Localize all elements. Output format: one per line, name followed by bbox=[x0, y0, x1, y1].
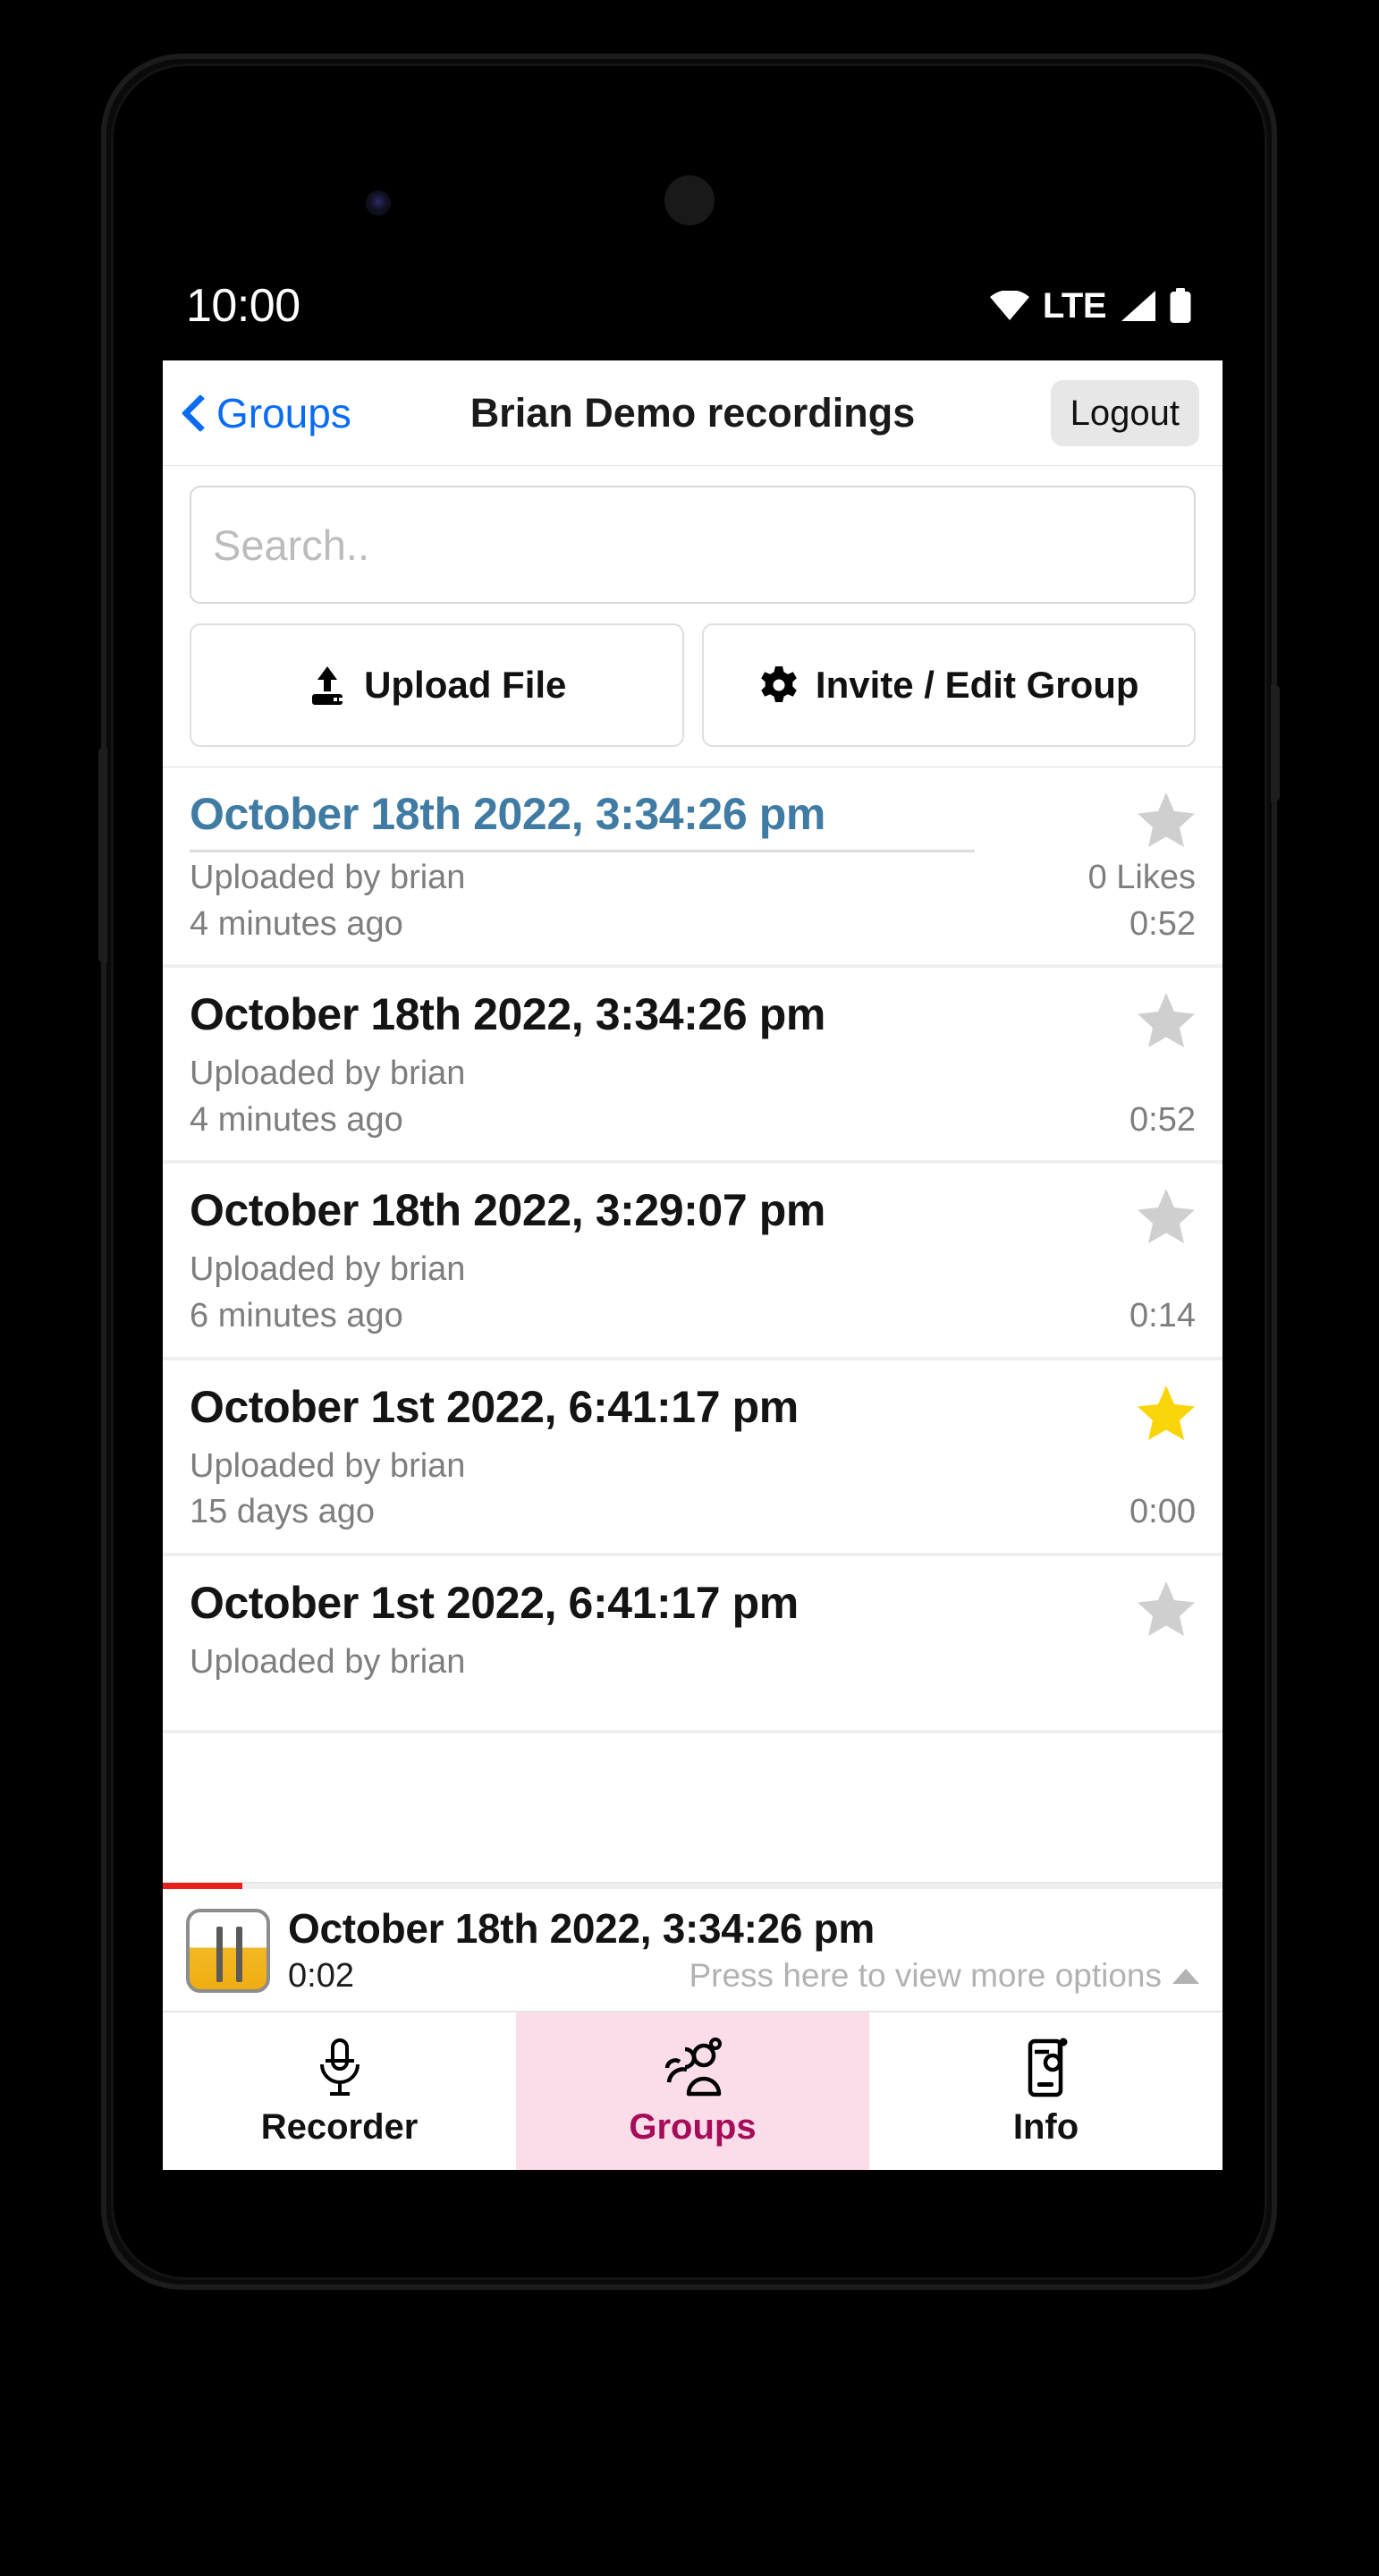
back-button-label: Groups bbox=[216, 389, 351, 436]
recording-duration: 0:52 bbox=[1129, 904, 1196, 943]
pause-icon-bar-right bbox=[236, 1927, 242, 1982]
notification-led-icon bbox=[366, 191, 391, 216]
recording-duration: 0:00 bbox=[1129, 1493, 1196, 1531]
toolbar: Upload File Invite / Edit Group bbox=[163, 466, 1222, 767]
recording-time-row: 6 minutes ago 0:14 bbox=[190, 1296, 1196, 1337]
recording-uploader-row: Uploaded by brian 0 Likes bbox=[190, 858, 1196, 899]
recording-header-row: October 18th 2022, 3:34:26 pm bbox=[190, 789, 1196, 852]
playback-elapsed-time: 0:02 bbox=[288, 1957, 354, 1996]
status-bar: 10:00 LTE bbox=[163, 251, 1222, 360]
action-button-row: Upload File Invite / Edit Group bbox=[190, 623, 1196, 747]
recording-relative-time: 4 minutes ago bbox=[190, 1100, 403, 1139]
battery-icon bbox=[1169, 288, 1192, 324]
microphone-icon bbox=[313, 2038, 367, 2098]
recording-list-item[interactable]: October 1st 2022, 6:41:17 pm Uploaded by… bbox=[163, 1555, 1222, 1733]
back-to-groups-button[interactable]: Groups bbox=[182, 393, 351, 434]
playback-progress-fill bbox=[163, 1883, 242, 1889]
mini-player-sub-row: 0:02 Press here to view more options bbox=[288, 1958, 1199, 1996]
recording-list-item[interactable]: October 1st 2022, 6:41:17 pm Uploaded by… bbox=[163, 1360, 1222, 1556]
recording-title: October 18th 2022, 3:34:26 pm bbox=[190, 989, 825, 1040]
recording-header-row: October 18th 2022, 3:29:07 pm bbox=[190, 1185, 1196, 1244]
recording-list-item[interactable]: October 18th 2022, 3:34:26 pm Uploaded b… bbox=[163, 968, 1222, 1165]
recording-title: October 1st 2022, 6:41:17 pm bbox=[190, 1577, 799, 1628]
recording-uploader: Uploaded by brian bbox=[190, 859, 466, 896]
gear-icon bbox=[758, 665, 799, 706]
upload-icon bbox=[307, 665, 348, 706]
recording-uploader: Uploaded by brian bbox=[190, 1642, 466, 1681]
tab-recorder[interactable]: Recorder bbox=[163, 2012, 516, 2170]
status-bar-clock: 10:00 bbox=[186, 280, 300, 332]
star-outline-icon[interactable] bbox=[1137, 1187, 1196, 1244]
wifi-icon bbox=[989, 291, 1030, 321]
phone-device-frame: 10:00 LTE Groups Brian Demo recordings L… bbox=[98, 54, 1280, 2290]
status-bar-icons: LTE bbox=[989, 288, 1192, 324]
recording-time-row: 4 minutes ago 0:52 bbox=[190, 1100, 1196, 1141]
recording-relative-time: 4 minutes ago bbox=[190, 904, 403, 943]
recording-uploader: Uploaded by brian bbox=[190, 1250, 466, 1289]
tab-recorder-label: Recorder bbox=[260, 2107, 419, 2147]
invite-edit-group-label: Invite / Edit Group bbox=[815, 664, 1139, 706]
recording-duration: 0:52 bbox=[1129, 1100, 1196, 1139]
mini-player-info: October 18th 2022, 3:34:26 pm 0:02 Press… bbox=[288, 1906, 1199, 1996]
recording-time-row: 15 days ago 0:00 bbox=[190, 1492, 1196, 1533]
logout-button[interactable]: Logout bbox=[1050, 379, 1199, 446]
recording-title: October 1st 2022, 6:41:17 pm bbox=[190, 1381, 799, 1432]
chevron-left-icon bbox=[182, 394, 206, 433]
playback-progress-bar[interactable] bbox=[163, 1883, 1222, 1889]
star-filled-icon[interactable] bbox=[1137, 1384, 1196, 1441]
recording-list-item[interactable]: October 18th 2022, 3:34:26 pm Uploaded b… bbox=[163, 767, 1222, 969]
recording-likes: 0 Likes bbox=[1087, 859, 1196, 896]
now-playing-title: October 18th 2022, 3:34:26 pm bbox=[288, 1904, 876, 1952]
star-outline-icon[interactable] bbox=[1137, 991, 1196, 1048]
upload-file-label: Upload File bbox=[364, 664, 567, 706]
star-outline-icon[interactable] bbox=[1137, 1580, 1196, 1637]
recording-uploader-row: Uploaded by brian bbox=[190, 1054, 1196, 1095]
recording-uploader-row: Uploaded by brian bbox=[190, 1446, 1196, 1487]
recordings-list[interactable]: October 18th 2022, 3:34:26 pm Uploaded b… bbox=[163, 767, 1222, 2011]
invite-edit-group-button[interactable]: Invite / Edit Group bbox=[701, 623, 1196, 747]
recording-uploader: Uploaded by brian bbox=[190, 1055, 466, 1093]
recording-uploader: Uploaded by brian bbox=[190, 1446, 466, 1485]
recording-header-row: October 1st 2022, 6:41:17 pm bbox=[190, 1578, 1196, 1637]
pause-button[interactable] bbox=[186, 1909, 270, 1993]
recording-list-item[interactable]: October 18th 2022, 3:29:07 pm Uploaded b… bbox=[163, 1164, 1222, 1360]
recording-uploader-row: Uploaded by brian bbox=[190, 1642, 1196, 1683]
upload-file-button[interactable]: Upload File bbox=[190, 623, 684, 747]
pause-icon-bar-left bbox=[216, 1927, 223, 1982]
tab-info[interactable]: Info bbox=[869, 2012, 1222, 2170]
people-group-icon bbox=[664, 2038, 723, 2098]
tab-info-label: Info bbox=[1012, 2107, 1079, 2147]
more-options-label: Press here to view more options bbox=[689, 1957, 1162, 1995]
tab-groups-label: Groups bbox=[629, 2107, 757, 2147]
tab-groups[interactable]: Groups bbox=[516, 2012, 869, 2170]
recording-header-row: October 1st 2022, 6:41:17 pm bbox=[190, 1382, 1196, 1441]
front-camera-icon bbox=[664, 175, 715, 225]
phone-info-icon bbox=[1019, 2038, 1073, 2098]
power-side-button[interactable] bbox=[1271, 685, 1280, 801]
chevron-up-icon bbox=[1172, 1969, 1199, 1985]
lte-label: LTE bbox=[1042, 286, 1107, 326]
navigation-bar: Groups Brian Demo recordings Logout bbox=[163, 360, 1222, 466]
search-input[interactable] bbox=[190, 486, 1196, 604]
volume-side-button[interactable] bbox=[98, 748, 107, 962]
more-options-button[interactable]: Press here to view more options bbox=[689, 1958, 1199, 1995]
recording-title-wrap: October 18th 2022, 3:34:26 pm bbox=[190, 789, 975, 852]
phone-screen: 10:00 LTE Groups Brian Demo recordings L… bbox=[163, 251, 1222, 2170]
recording-duration: 0:14 bbox=[1129, 1296, 1196, 1335]
mini-player-body: October 18th 2022, 3:34:26 pm 0:02 Press… bbox=[163, 1889, 1222, 2011]
recording-relative-time: 6 minutes ago bbox=[190, 1296, 403, 1335]
bottom-tab-bar: Recorder Groups Info bbox=[163, 2011, 1222, 2170]
recording-time-row: 4 minutes ago 0:52 bbox=[190, 904, 1196, 945]
cellular-signal-icon bbox=[1119, 290, 1156, 322]
star-outline-icon[interactable] bbox=[1137, 791, 1196, 848]
recording-uploader-row: Uploaded by brian bbox=[190, 1250, 1196, 1291]
recording-title: October 18th 2022, 3:34:26 pm bbox=[190, 789, 825, 839]
app-container: Groups Brian Demo recordings Logout Sear… bbox=[163, 360, 1222, 2170]
recording-title: October 18th 2022, 3:29:07 pm bbox=[190, 1185, 825, 1236]
recording-header-row: October 18th 2022, 3:34:26 pm bbox=[190, 989, 1196, 1048]
mini-player[interactable]: October 18th 2022, 3:34:26 pm 0:02 Press… bbox=[163, 1882, 1222, 2011]
recording-relative-time: 15 days ago bbox=[190, 1493, 376, 1531]
